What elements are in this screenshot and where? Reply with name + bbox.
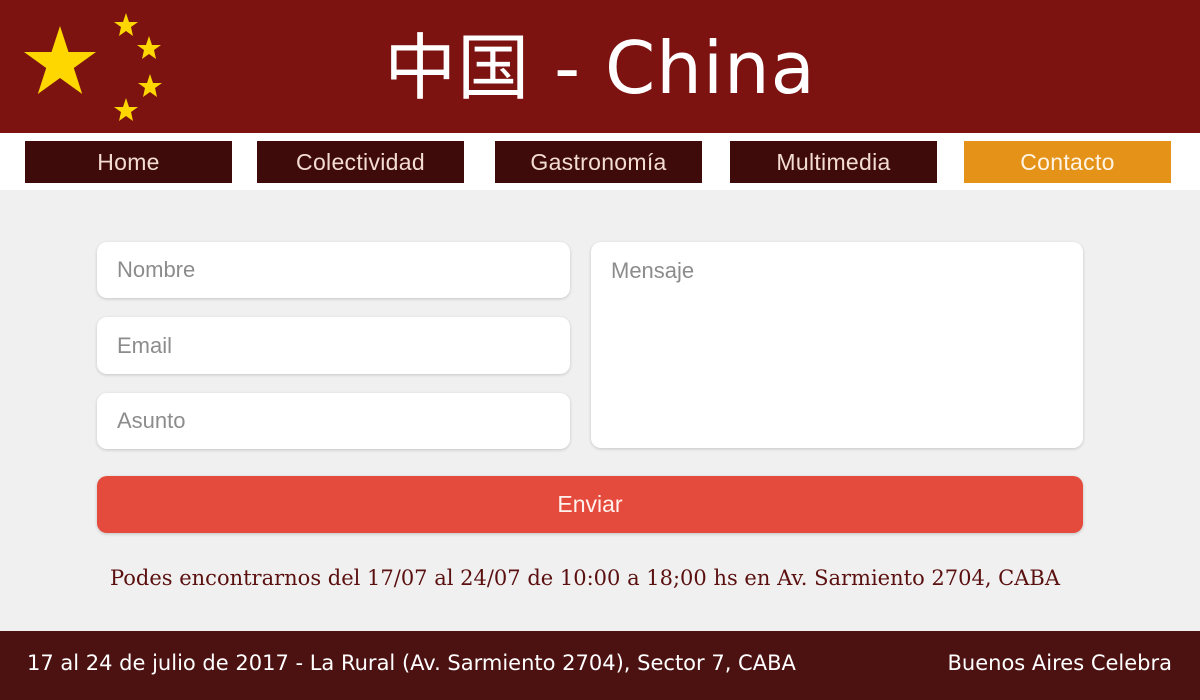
site-footer: 17 al 24 de julio de 2017 - La Rural (Av… xyxy=(0,631,1200,700)
send-button[interactable]: Enviar xyxy=(97,476,1083,533)
nav-home[interactable]: Home xyxy=(25,141,232,183)
nav-multimedia[interactable]: Multimedia xyxy=(730,141,937,183)
name-input[interactable] xyxy=(97,242,570,298)
footer-brand[interactable]: Buenos Aires Celebra xyxy=(948,651,1173,675)
nav-gastronomia[interactable]: Gastronomía xyxy=(495,141,702,183)
site-header: 中国 - China xyxy=(0,0,1200,133)
subject-input[interactable] xyxy=(97,393,570,449)
site-title: 中国 - China xyxy=(384,26,816,110)
message-textarea[interactable] xyxy=(591,242,1083,448)
nav-colectividad[interactable]: Colectividad xyxy=(257,141,464,183)
main-nav: Home Colectividad Gastronomía Multimedia… xyxy=(0,133,1200,190)
footer-event-info: 17 al 24 de julio de 2017 - La Rural (Av… xyxy=(27,651,796,675)
nav-contacto[interactable]: Contacto xyxy=(964,141,1171,183)
location-info: Podes encontrarnos del 17/07 al 24/07 de… xyxy=(109,566,1061,590)
email-input[interactable] xyxy=(97,317,570,374)
